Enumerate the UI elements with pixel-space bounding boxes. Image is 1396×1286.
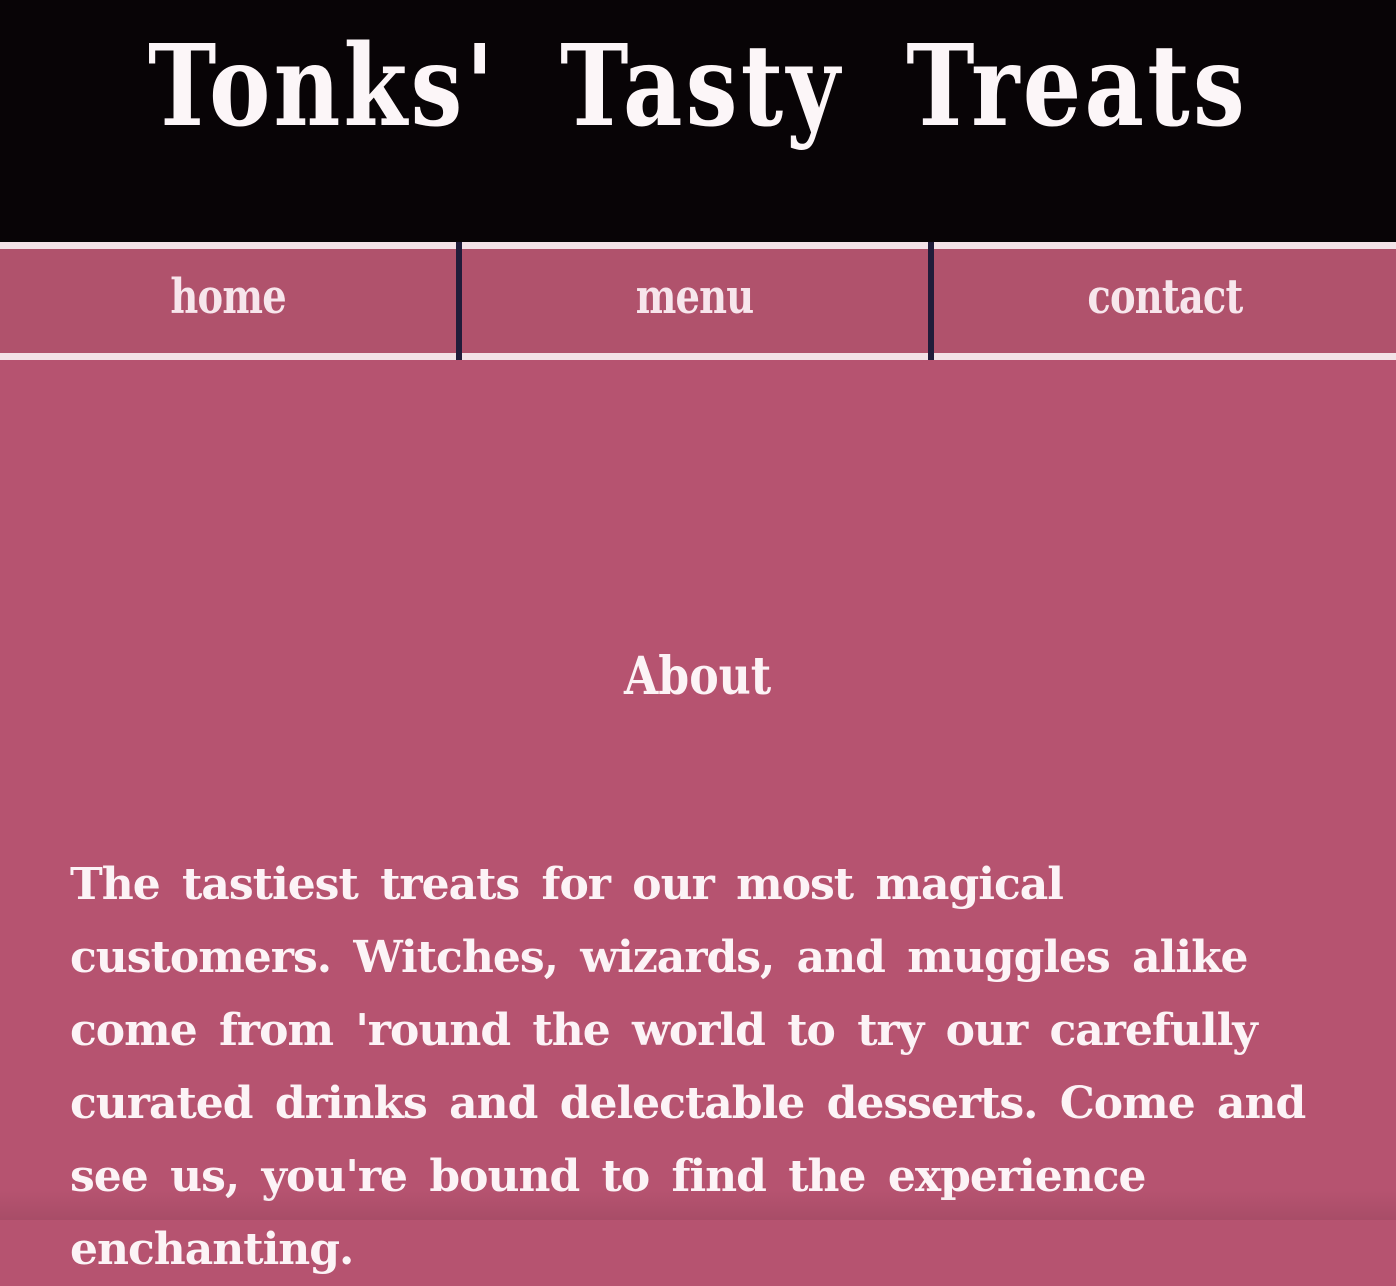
about-section: About The tastiest treats for our most m… (0, 360, 1396, 1275)
site-title: Tonks' Tasty Treats (148, 21, 1248, 152)
about-heading-text: About (624, 646, 772, 707)
bottom-shade (0, 1190, 1396, 1220)
nav-item-contact-label: contact (1087, 269, 1243, 325)
nav-item-contact[interactable]: contact (934, 249, 1396, 353)
nav-item-home-label: home (170, 269, 286, 325)
site-header: Tonks' Tasty Treats (0, 0, 1396, 242)
nav-bar: home menu contact (0, 242, 1396, 360)
nav-item-home[interactable]: home (0, 249, 456, 353)
nav-item-menu-label: menu (636, 269, 755, 325)
about-text: The tastiest treats for our most magical… (70, 859, 1306, 1275)
nav-item-menu[interactable]: menu (462, 249, 928, 353)
main-nav: home menu contact (0, 242, 1396, 360)
about-heading: About (0, 642, 1396, 712)
